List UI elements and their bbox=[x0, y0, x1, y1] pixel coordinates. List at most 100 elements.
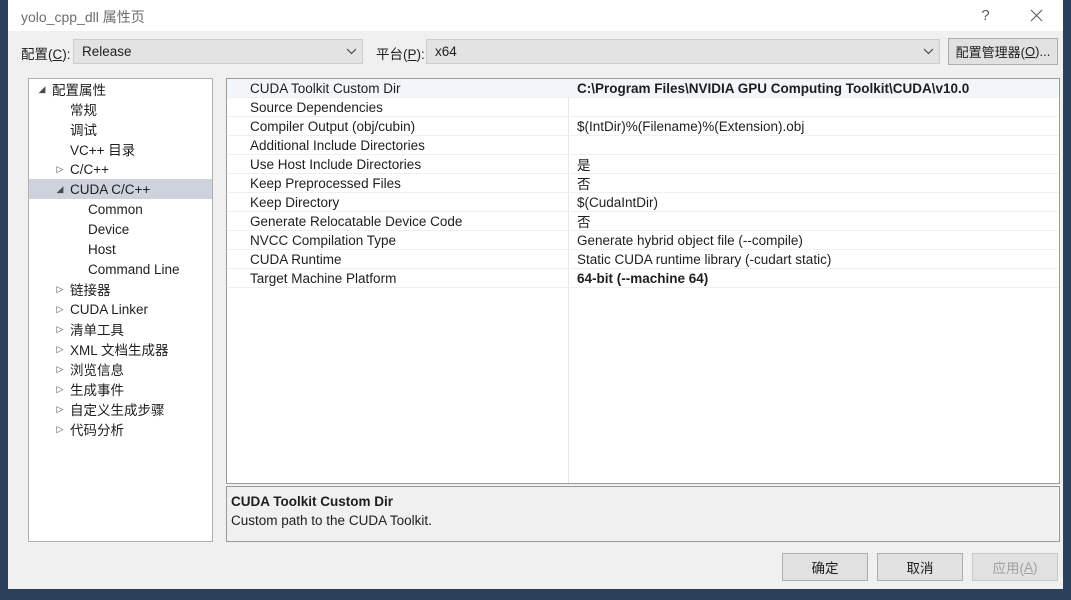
chevron-right-icon[interactable]: ▷ bbox=[53, 379, 67, 399]
description-body: Custom path to the CUDA Toolkit. bbox=[231, 511, 1059, 530]
tree-item[interactable]: ◢配置属性 bbox=[29, 79, 212, 99]
tree-item[interactable]: Host bbox=[29, 239, 212, 259]
title-bar: yolo_cpp_dll 属性页 ? bbox=[8, 0, 1063, 31]
property-name: Generate Relocatable Device Code bbox=[227, 214, 568, 229]
property-name: Target Machine Platform bbox=[227, 271, 568, 286]
close-icon[interactable] bbox=[1014, 0, 1059, 31]
property-value[interactable]: 64-bit (--machine 64) bbox=[568, 271, 1059, 286]
property-row[interactable]: NVCC Compilation TypeGenerate hybrid obj… bbox=[227, 231, 1059, 250]
configuration-bar: 配置(C): Release 平台(P): x64 配置管理器(O)... bbox=[8, 31, 1063, 73]
tree-item[interactable]: ▷代码分析 bbox=[29, 419, 212, 439]
platform-dropdown[interactable]: x64 bbox=[426, 39, 940, 64]
platform-label-post: ): bbox=[417, 47, 425, 62]
property-name: Use Host Include Directories bbox=[227, 157, 568, 172]
chevron-right-icon[interactable]: ▷ bbox=[53, 299, 67, 319]
tree-item[interactable]: ▷自定义生成步骤 bbox=[29, 399, 212, 419]
property-row[interactable]: Additional Include Directories bbox=[227, 136, 1059, 155]
tree-item-label: Common bbox=[88, 202, 143, 217]
property-name: NVCC Compilation Type bbox=[227, 233, 568, 248]
chevron-down-icon bbox=[340, 40, 362, 63]
property-name: Additional Include Directories bbox=[227, 138, 568, 153]
apply-button[interactable]: 应用(A) bbox=[972, 553, 1058, 581]
tree-item[interactable]: ▷生成事件 bbox=[29, 379, 212, 399]
property-value[interactable]: $(CudaIntDir) bbox=[568, 195, 1059, 210]
configuration-manager-label-post: )... bbox=[1035, 44, 1050, 59]
tree-item[interactable]: ▷清单工具 bbox=[29, 319, 212, 339]
property-row[interactable]: Use Host Include Directories是 bbox=[227, 155, 1059, 174]
property-row[interactable]: Generate Relocatable Device Code否 bbox=[227, 212, 1059, 231]
apply-label-pre: 应用( bbox=[992, 557, 1024, 577]
property-value[interactable]: $(IntDir)%(Filename)%(Extension).obj bbox=[568, 119, 1059, 134]
platform-label-mnemonic: P bbox=[408, 47, 417, 62]
tree-item[interactable]: Common bbox=[29, 199, 212, 219]
tree-item[interactable]: ▷链接器 bbox=[29, 279, 212, 299]
configuration-dropdown[interactable]: Release bbox=[73, 39, 363, 64]
tree-item-label: 配置属性 bbox=[52, 79, 106, 99]
property-name: Keep Preprocessed Files bbox=[227, 176, 568, 191]
chevron-down-icon[interactable]: ◢ bbox=[35, 79, 49, 99]
property-value[interactable]: C:\Program Files\NVIDIA GPU Computing To… bbox=[568, 81, 1059, 96]
description-title: CUDA Toolkit Custom Dir bbox=[231, 492, 1059, 511]
tree-item[interactable]: VC++ 目录 bbox=[29, 139, 212, 159]
tree-item-label: C/C++ bbox=[70, 162, 109, 177]
chevron-right-icon[interactable]: ▷ bbox=[53, 339, 67, 359]
chevron-right-icon[interactable]: ▷ bbox=[53, 319, 67, 339]
chevron-right-icon[interactable]: ▷ bbox=[53, 159, 67, 179]
chevron-right-icon[interactable]: ▷ bbox=[53, 419, 67, 439]
chevron-down-icon[interactable]: ◢ bbox=[53, 179, 67, 199]
configuration-value: Release bbox=[74, 44, 340, 59]
property-row[interactable]: CUDA Toolkit Custom DirC:\Program Files\… bbox=[227, 79, 1059, 98]
tree-item-label: 清单工具 bbox=[70, 319, 124, 339]
cancel-button[interactable]: 取消 bbox=[877, 553, 963, 581]
property-row[interactable]: Keep Directory$(CudaIntDir) bbox=[227, 193, 1059, 212]
property-grid[interactable]: CUDA Toolkit Custom DirC:\Program Files\… bbox=[226, 78, 1060, 484]
property-row[interactable]: Keep Preprocessed Files否 bbox=[227, 174, 1059, 193]
platform-label: 平台(P): bbox=[376, 43, 425, 63]
tree-item-label: Host bbox=[88, 242, 116, 257]
window-title: yolo_cpp_dll 属性页 bbox=[21, 7, 145, 27]
tree-item-label: Device bbox=[88, 222, 129, 237]
property-name: CUDA Runtime bbox=[227, 252, 568, 267]
configuration-manager-mnemonic: O bbox=[1025, 44, 1035, 59]
tree-item[interactable]: ◢CUDA C/C++ bbox=[29, 179, 212, 199]
property-row[interactable]: Source Dependencies bbox=[227, 98, 1059, 117]
chevron-right-icon[interactable]: ▷ bbox=[53, 399, 67, 419]
property-name: Compiler Output (obj/cubin) bbox=[227, 119, 568, 134]
property-name: CUDA Toolkit Custom Dir bbox=[227, 81, 568, 96]
tree-item[interactable]: ▷浏览信息 bbox=[29, 359, 212, 379]
configuration-label-pre: 配置( bbox=[21, 47, 53, 62]
property-value[interactable]: 否 bbox=[568, 211, 1059, 231]
configuration-manager-label-pre: 配置管理器( bbox=[956, 42, 1025, 61]
property-row[interactable]: CUDA RuntimeStatic CUDA runtime library … bbox=[227, 250, 1059, 269]
tree-item[interactable]: Device bbox=[29, 219, 212, 239]
configuration-label-mnemonic: C bbox=[53, 47, 63, 62]
property-row[interactable]: Compiler Output (obj/cubin)$(IntDir)%(Fi… bbox=[227, 117, 1059, 136]
tree-item[interactable]: 调试 bbox=[29, 119, 212, 139]
tree-item-label: 浏览信息 bbox=[70, 359, 124, 379]
property-value[interactable]: Static CUDA runtime library (-cudart sta… bbox=[568, 252, 1059, 267]
chevron-right-icon[interactable]: ▷ bbox=[53, 359, 67, 379]
property-tree[interactable]: ◢配置属性常规调试VC++ 目录▷C/C++◢CUDA C/C++CommonD… bbox=[28, 78, 213, 542]
tree-item[interactable]: ▷C/C++ bbox=[29, 159, 212, 179]
property-name: Keep Directory bbox=[227, 195, 568, 210]
property-value[interactable]: Generate hybrid object file (--compile) bbox=[568, 233, 1059, 248]
property-value[interactable]: 否 bbox=[568, 173, 1059, 193]
tree-item-label: 自定义生成步骤 bbox=[70, 399, 165, 419]
tree-item-label: 生成事件 bbox=[70, 379, 124, 399]
chevron-right-icon[interactable]: ▷ bbox=[53, 279, 67, 299]
property-value[interactable]: 是 bbox=[568, 154, 1059, 174]
property-pages-dialog: yolo_cpp_dll 属性页 ? 配置(C): Release 平台(P):… bbox=[7, 0, 1064, 590]
ok-button[interactable]: 确定 bbox=[782, 553, 868, 581]
help-icon[interactable]: ? bbox=[963, 0, 1008, 31]
tree-item-label: CUDA Linker bbox=[70, 302, 148, 317]
configuration-manager-button[interactable]: 配置管理器(O)... bbox=[948, 38, 1058, 65]
tree-item[interactable]: 常规 bbox=[29, 99, 212, 119]
tree-item-label: Command Line bbox=[88, 262, 180, 277]
tree-item[interactable]: Command Line bbox=[29, 259, 212, 279]
tree-item[interactable]: ▷XML 文档生成器 bbox=[29, 339, 212, 359]
tree-item-label: 链接器 bbox=[70, 279, 111, 299]
tree-item[interactable]: ▷CUDA Linker bbox=[29, 299, 212, 319]
description-panel: CUDA Toolkit Custom Dir Custom path to t… bbox=[226, 486, 1060, 542]
property-name: Source Dependencies bbox=[227, 100, 568, 115]
property-row[interactable]: Target Machine Platform64-bit (--machine… bbox=[227, 269, 1059, 288]
